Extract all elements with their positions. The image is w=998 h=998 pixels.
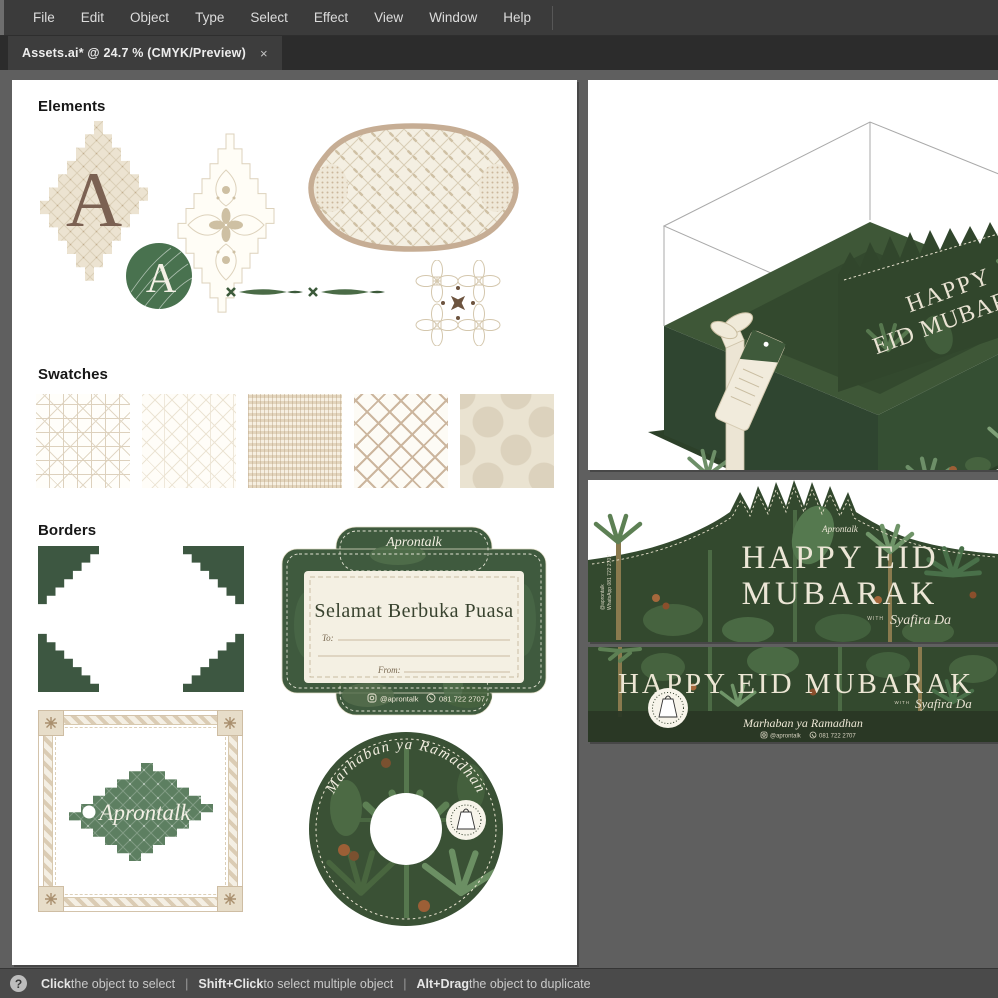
document-tab-title: Assets.ai* @ 24.7 % (CMYK/Preview) (22, 46, 246, 60)
frame-corner-flower (38, 710, 64, 736)
status-bold: Click (41, 976, 71, 991)
ornate-square-frame[interactable]: Aprontalk (38, 710, 243, 912)
frame-corner-flower (217, 710, 243, 736)
label-instagram: @aprontalk (380, 695, 419, 704)
menu-separator (551, 5, 553, 30)
status-text: the object to select (70, 976, 176, 991)
frame-corner-flower (217, 886, 243, 912)
help-icon[interactable]: ? (10, 975, 27, 992)
status-bold: Alt+Drag (416, 976, 469, 991)
menu-edit[interactable]: Edit (68, 0, 117, 35)
eid-card-signature: Syafira Da (890, 613, 951, 628)
banner-phone: 081 722 2707 (819, 734, 856, 740)
border-corner-top-right[interactable] (183, 546, 245, 606)
frame-corner-flower (38, 886, 64, 912)
canvas-pasteboard: Elements A A Swatches Borders Aprontalk … (0, 70, 998, 968)
swatch-weave[interactable] (248, 394, 342, 488)
eid-card[interactable]: Aprontalk HAPPY EID MUBARAK WITH Syafira… (588, 480, 998, 642)
element-tray[interactable] (305, 120, 522, 255)
elements-heading[interactable]: Elements (38, 98, 106, 115)
round-sticker[interactable]: Marhaban ya Ramadhan (306, 728, 506, 930)
label-from: From: (377, 665, 401, 675)
tray-end-left (314, 164, 348, 212)
status-text: to select multiple object (263, 976, 394, 991)
menu-type[interactable]: Type (182, 0, 237, 35)
window-edge (0, 0, 4, 35)
menu-bar: File Edit Object Type Select Effect View… (0, 0, 998, 36)
circle-monogram-letter: A (146, 256, 177, 302)
tag-brand: Aprontalk (97, 800, 191, 825)
box-mockup[interactable]: HAPPY EID MUBARAK (588, 80, 998, 470)
eid-card-title-line1: HAPPY EID (741, 540, 938, 576)
border-corner-bottom-right[interactable] (183, 633, 245, 693)
banner-signature: Syafira Da (915, 696, 972, 711)
svg-text:WhatsApp 081 722 2707: WhatsApp 081 722 2707 (607, 555, 613, 610)
swatches-heading[interactable]: Swatches (38, 366, 108, 383)
eid-card-brand: Aprontalk (821, 524, 859, 534)
status-text: the object to duplicate (468, 976, 591, 991)
eid-banner[interactable]: HAPPY EID MUBARAK WITH Syafira Da Marhab… (588, 647, 998, 742)
divider-unit (226, 287, 303, 297)
svg-text:@aprontalk: @aprontalk (600, 584, 606, 610)
illustrator-window: File Edit Object Type Select Effect View… (0, 0, 998, 998)
menu-object[interactable]: Object (117, 0, 182, 35)
eid-card-with: WITH (867, 616, 884, 622)
artboard-assets: Elements A A Swatches Borders Aprontalk … (12, 80, 577, 965)
menu-effect[interactable]: Effect (301, 0, 361, 35)
menu-view[interactable]: View (361, 0, 416, 35)
element-circle-monogram[interactable]: A (125, 242, 193, 310)
border-corner-top-left[interactable] (38, 546, 100, 606)
document-tab[interactable]: Assets.ai* @ 24.7 % (CMYK/Preview) × (8, 36, 282, 70)
cluster-center-star (450, 295, 466, 311)
tab-close-icon[interactable]: × (260, 46, 268, 61)
tag-hole (82, 805, 96, 819)
swatch-ornament-grid[interactable] (142, 394, 236, 488)
swatch-octagon-lattice[interactable] (36, 394, 130, 488)
label-panel (304, 571, 524, 683)
eid-card-title-line2: MUBARAK (742, 576, 939, 612)
menu-help[interactable]: Help (490, 0, 544, 35)
status-separator: | (403, 976, 407, 991)
tray-end-right (479, 164, 513, 212)
swatch-diamond-lattice[interactable] (354, 394, 448, 488)
sticker-badge (446, 800, 486, 840)
artboard-eid-banner: HAPPY EID MUBARAK WITH Syafira Da Marhab… (588, 647, 998, 742)
banner-badge (648, 688, 688, 728)
border-corner-bottom-left[interactable] (38, 633, 100, 693)
banner-script: Marhaban ya Ramadhan (742, 716, 863, 730)
monogram-letter: A (66, 156, 122, 243)
divider-unit (308, 287, 385, 297)
menu-file[interactable]: File (20, 0, 68, 35)
menu-select[interactable]: Select (237, 0, 301, 35)
status-separator: | (185, 976, 189, 991)
gift-label-card[interactable]: Aprontalk Selamat Berbuka Puasa To: From… (278, 525, 550, 717)
menu-window[interactable]: Window (416, 0, 490, 35)
element-leaf-divider[interactable] (223, 283, 385, 301)
label-brand-script: Aprontalk (385, 535, 442, 550)
status-bar: ? Click the object to select | Shift+Cli… (0, 968, 998, 998)
label-title: Selamat Berbuka Puasa (314, 600, 513, 622)
document-tab-bar: Assets.ai* @ 24.7 % (CMYK/Preview) × (0, 36, 998, 70)
artboard-box-mockup: HAPPY EID MUBARAK (588, 80, 998, 470)
label-phone: 081 722 2707 (439, 695, 485, 704)
label-to: To: (322, 633, 334, 643)
swatch-circle-petals[interactable] (460, 394, 554, 488)
status-bold: Shift+Click (198, 976, 264, 991)
banner-with: WITH (895, 700, 911, 705)
borders-heading[interactable]: Borders (38, 522, 96, 539)
banner-instagram: @aprontalk (770, 734, 802, 740)
sticker-hole (370, 793, 442, 865)
element-flower-cluster[interactable] (413, 260, 503, 346)
gift-tag-diamond[interactable]: Aprontalk (67, 763, 215, 861)
artboard-eid-card: Aprontalk HAPPY EID MUBARAK WITH Syafira… (588, 480, 998, 642)
